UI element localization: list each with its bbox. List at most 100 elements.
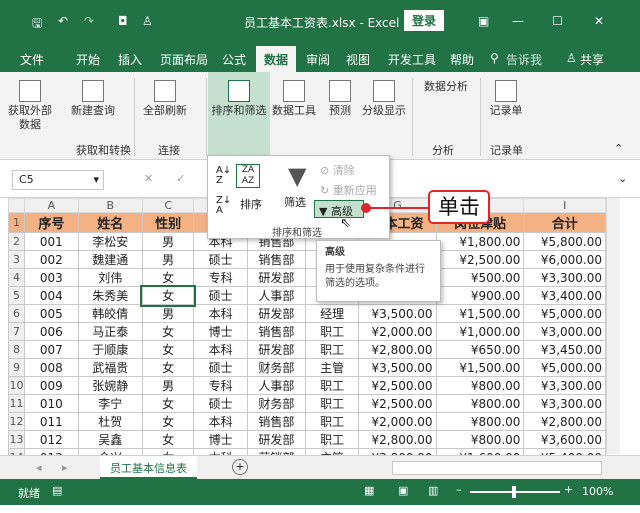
- table-cell[interactable]: 研发部: [246, 430, 306, 449]
- table-cell[interactable]: 004: [24, 286, 79, 305]
- row-header[interactable]: 6: [7, 304, 26, 323]
- name-box[interactable]: C5 ▾: [12, 170, 104, 190]
- table-cell[interactable]: 博士: [193, 322, 248, 341]
- table-cell[interactable]: ¥800.00: [435, 430, 525, 449]
- sort-filter-button[interactable]: 排序和筛选: [208, 72, 270, 156]
- tab-view[interactable]: 视图: [346, 51, 370, 68]
- table-cell[interactable]: 硕士: [193, 286, 248, 305]
- tab-file[interactable]: 文件: [20, 51, 44, 68]
- normal-view-icon[interactable]: ▦: [364, 484, 374, 497]
- table-cell[interactable]: ¥3,500.00: [358, 304, 437, 323]
- table-cell[interactable]: ¥650.00: [435, 340, 525, 359]
- table-cell[interactable]: 于顺康: [77, 340, 143, 359]
- tab-help[interactable]: 帮助: [450, 51, 474, 68]
- column-header[interactable]: C: [141, 198, 195, 213]
- page-break-icon[interactable]: ▥: [428, 484, 438, 497]
- table-cell[interactable]: 男: [141, 304, 195, 323]
- data-tools-button[interactable]: 数据工具: [270, 80, 318, 118]
- table-cell[interactable]: 职工: [304, 412, 360, 431]
- page-layout-icon[interactable]: ▣: [398, 484, 408, 497]
- table-cell[interactable]: 009: [24, 376, 79, 395]
- table-cell[interactable]: ¥2,500.00: [358, 394, 437, 413]
- table-cell[interactable]: 012: [24, 430, 79, 449]
- header-cell[interactable]: 合计: [523, 212, 606, 233]
- horizontal-scrollbar[interactable]: [392, 461, 602, 475]
- table-cell[interactable]: ¥1,500.00: [435, 304, 525, 323]
- table-cell[interactable]: ¥800.00: [435, 394, 525, 413]
- new-query-button[interactable]: 新建查询: [70, 80, 116, 118]
- ribbon-display-icon[interactable]: ▣: [478, 14, 489, 28]
- table-cell[interactable]: 杜贺: [77, 412, 143, 431]
- sort-az-icon[interactable]: ZA AZ: [236, 164, 260, 188]
- table-cell[interactable]: 006: [24, 322, 79, 341]
- table-cell[interactable]: 财务部: [246, 358, 306, 377]
- table-cell[interactable]: ¥2,500.00: [358, 376, 437, 395]
- table-cell[interactable]: 女: [140, 284, 196, 307]
- table-cell[interactable]: 女: [141, 358, 195, 377]
- column-header[interactable]: I: [523, 198, 606, 213]
- table-cell[interactable]: ¥500.00: [435, 268, 525, 287]
- table-cell[interactable]: ¥2,000.00: [358, 322, 437, 341]
- table-cell[interactable]: 张婉静: [77, 376, 143, 395]
- clear-button[interactable]: ⊘ 清除: [320, 162, 355, 178]
- row-header[interactable]: 11: [7, 394, 26, 413]
- cancel-icon[interactable]: ✕: [144, 172, 153, 185]
- table-cell[interactable]: 人事部: [246, 376, 306, 395]
- table-cell[interactable]: 销售部: [246, 412, 306, 431]
- confirm-icon[interactable]: ✓: [176, 172, 185, 185]
- table-cell[interactable]: 002: [24, 250, 79, 269]
- person-icon[interactable]: ♙: [142, 14, 153, 28]
- maximize-icon[interactable]: ☐: [552, 14, 563, 28]
- sort-descending-icon[interactable]: Z↓ A: [216, 196, 231, 216]
- table-cell[interactable]: 职工: [304, 394, 360, 413]
- table-cell[interactable]: 女: [141, 412, 195, 431]
- table-cell[interactable]: 女: [141, 322, 195, 341]
- table-cell[interactable]: 朱秀美: [77, 286, 143, 305]
- table-cell[interactable]: 李宁: [77, 394, 143, 413]
- table-cell[interactable]: ¥3,400.00: [523, 286, 606, 305]
- table-cell[interactable]: 硕士: [193, 394, 248, 413]
- table-cell[interactable]: ¥3,300.00: [523, 268, 606, 287]
- redo-icon[interactable]: ↷: [84, 14, 94, 28]
- sort-ascending-icon[interactable]: A↓ Z: [216, 166, 231, 186]
- tab-formulas[interactable]: 公式: [222, 51, 246, 68]
- table-cell[interactable]: ¥2,800.00: [358, 430, 437, 449]
- tab-review[interactable]: 审阅: [306, 51, 330, 68]
- row-header[interactable]: 2: [7, 232, 26, 251]
- table-cell[interactable]: 硕士: [193, 250, 248, 269]
- table-cell[interactable]: 研发部: [246, 304, 306, 323]
- table-cell[interactable]: 职工: [304, 340, 360, 359]
- table-cell[interactable]: 主管: [304, 358, 360, 377]
- row-header[interactable]: 4: [7, 268, 26, 287]
- table-cell[interactable]: ¥3,000.00: [523, 322, 606, 341]
- table-cell[interactable]: 003: [24, 268, 79, 287]
- zoom-slider-thumb[interactable]: [512, 486, 516, 498]
- table-cell[interactable]: ¥3,500.00: [358, 358, 437, 377]
- tab-data[interactable]: 数据: [256, 46, 297, 72]
- tab-page-layout[interactable]: 页面布局: [160, 51, 208, 68]
- table-cell[interactable]: 财务部: [246, 394, 306, 413]
- close-icon[interactable]: ✕: [594, 14, 604, 28]
- header-cell[interactable]: 序号: [24, 212, 79, 233]
- tell-me-input[interactable]: 告诉我: [506, 51, 542, 68]
- macro-icon[interactable]: ▤: [52, 484, 62, 497]
- row-header[interactable]: 12: [7, 412, 26, 431]
- header-cell[interactable]: 姓名: [77, 212, 143, 233]
- collapse-ribbon-icon[interactable]: ⌃: [614, 142, 623, 155]
- table-cell[interactable]: ¥3,450.00: [523, 340, 606, 359]
- filter-button[interactable]: 筛选: [284, 194, 306, 210]
- table-cell[interactable]: 005: [24, 304, 79, 323]
- table-cell[interactable]: 男: [141, 232, 195, 251]
- row-header[interactable]: 8: [7, 340, 26, 359]
- table-cell[interactable]: 本科: [193, 340, 248, 359]
- save-icon[interactable]: 🖫: [32, 14, 42, 35]
- table-cell[interactable]: 硕士: [193, 358, 248, 377]
- camera-icon[interactable]: ◘: [118, 14, 128, 28]
- reapply-button[interactable]: ↻ 重新应用: [320, 182, 377, 198]
- row-header[interactable]: 1: [7, 212, 26, 233]
- share-icon[interactable]: ♙: [566, 51, 577, 65]
- table-cell[interactable]: 011: [24, 412, 79, 431]
- header-cell[interactable]: 性别: [141, 212, 195, 233]
- outline-button[interactable]: 分级显示: [360, 80, 408, 118]
- table-cell[interactable]: 销售部: [246, 322, 306, 341]
